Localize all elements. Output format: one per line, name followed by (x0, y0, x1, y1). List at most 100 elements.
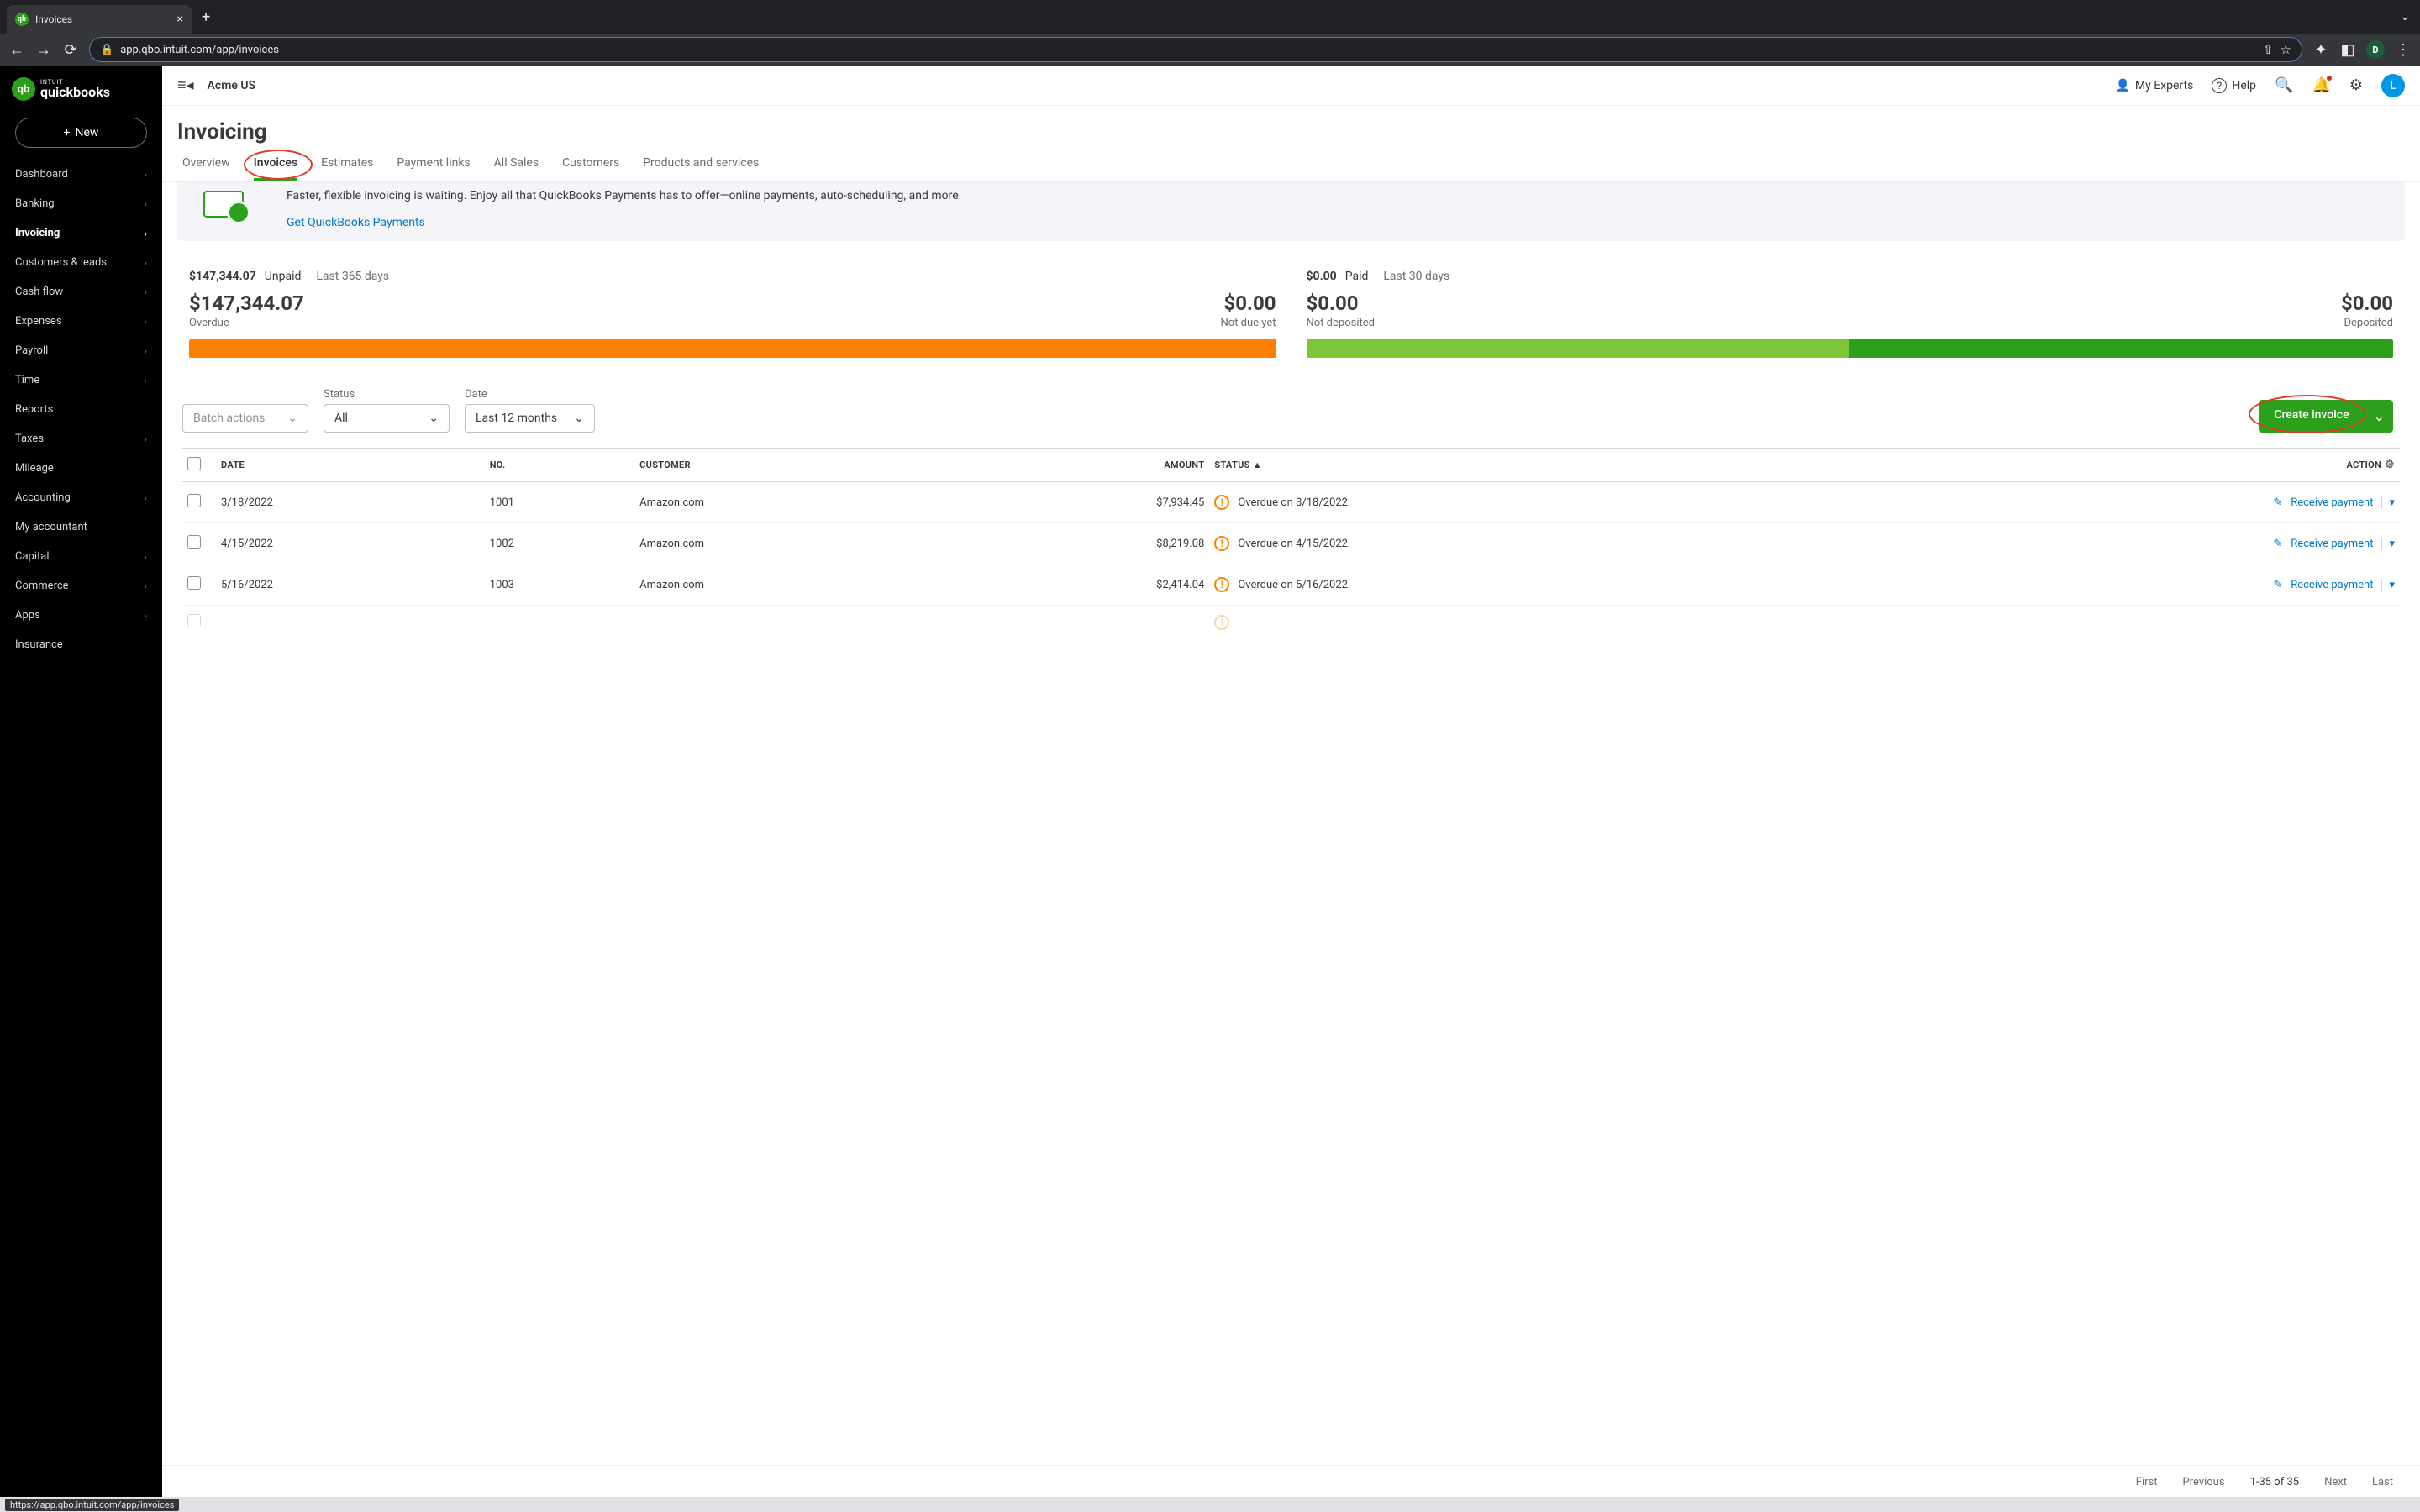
promo-banner: Faster, flexible invoicing is waiting. E… (177, 182, 2405, 241)
help-link[interactable]: ? Help (2212, 78, 2256, 93)
sidebar-item-label: Invoicing (15, 227, 60, 239)
deposited-label: Deposited (2341, 317, 2393, 329)
close-icon[interactable]: × (177, 13, 183, 26)
status-select[interactable]: All⌄ (324, 404, 450, 433)
profile-badge[interactable]: D (2366, 40, 2385, 59)
overdue-label: Overdue (189, 317, 304, 329)
my-experts-link[interactable]: 👤 My Experts (2115, 79, 2193, 92)
col-no[interactable]: NO. (485, 449, 634, 482)
edit-icon[interactable]: ✎ (2273, 538, 2282, 550)
chevron-right-icon: › (144, 375, 147, 386)
share-icon[interactable]: ⇧ (2263, 42, 2274, 57)
row-checkbox[interactable] (187, 494, 201, 507)
hamburger-icon[interactable]: ≡◂ (177, 76, 194, 94)
create-invoice-button[interactable]: Create invoice ⌄ (2259, 400, 2393, 433)
date-value: Last 12 months (476, 412, 557, 425)
table-row[interactable]: 5/16/2022 1003 Amazon.com $2,414.04 !Ove… (182, 564, 2400, 606)
search-icon[interactable]: 🔍 (2275, 76, 2293, 94)
sidebar-item-mileage[interactable]: Mileage (0, 454, 162, 483)
sidebar-item-dashboard[interactable]: Dashboard› (0, 160, 162, 189)
batch-actions-select[interactable]: Batch actions⌄ (182, 404, 308, 433)
brand-logo[interactable]: qb INTUIT quickbooks (0, 66, 162, 109)
tab-customers[interactable]: Customers (562, 156, 619, 181)
browser-status-bar: https://app.qbo.intuit.com/app/invoices (0, 1497, 2420, 1512)
pager-prev[interactable]: Previous (2183, 1476, 2225, 1488)
chevron-right-icon: › (144, 228, 147, 239)
create-dropdown[interactable]: ⌄ (2365, 400, 2393, 433)
col-date[interactable]: DATE (216, 449, 485, 482)
company-name[interactable]: Acme US (208, 79, 256, 92)
avatar[interactable]: L (2381, 74, 2405, 97)
sidebar-item-cash-flow[interactable]: Cash flow› (0, 277, 162, 307)
promo-link[interactable]: Get QuickBooks Payments (287, 216, 425, 229)
sidebar-item-accounting[interactable]: Accounting› (0, 483, 162, 512)
tab-overview[interactable]: Overview (182, 156, 230, 181)
sidebar-item-invoicing[interactable]: Invoicing › (0, 218, 162, 248)
sidebar-item-capital[interactable]: Capital› (0, 542, 162, 571)
tab-payment-links[interactable]: Payment links (397, 156, 470, 181)
col-amount[interactable]: AMOUNT (958, 449, 1209, 482)
new-button[interactable]: + New (15, 118, 147, 148)
table-settings-icon[interactable]: ⚙ (2385, 459, 2395, 471)
tab-invoices[interactable]: Invoices (254, 156, 297, 181)
action-dropdown[interactable]: ▾ (2381, 538, 2395, 550)
panel-icon[interactable]: ◧ (2339, 41, 2356, 59)
bell-icon[interactable]: 🔔 (2312, 76, 2330, 94)
chevron-right-icon: › (144, 169, 147, 181)
address-bar[interactable]: 🔒 app.qbo.intuit.com/app/invoices ⇧ ☆ (89, 37, 2302, 62)
sidebar-item-expenses[interactable]: Expenses› (0, 307, 162, 336)
sidebar-item-banking[interactable]: Banking› (0, 189, 162, 218)
receive-payment-link[interactable]: Receive payment (2291, 579, 2373, 591)
tab-estimates[interactable]: Estimates (321, 156, 373, 181)
sidebar-item-commerce[interactable]: Commerce› (0, 571, 162, 601)
chevron-right-icon: › (144, 257, 147, 269)
row-checkbox[interactable] (187, 614, 201, 627)
unpaid-bar (189, 339, 1276, 358)
kebab-icon[interactable]: ⋮ (2395, 41, 2412, 59)
back-button[interactable]: ← (8, 41, 25, 59)
sidebar-item-time[interactable]: Time› (0, 365, 162, 395)
edit-icon[interactable]: ✎ (2273, 579, 2282, 591)
receive-payment-link[interactable]: Receive payment (2291, 496, 2373, 509)
sidebar-item-my-accountant[interactable]: My accountant (0, 512, 162, 542)
col-action[interactable]: ACTION (2347, 459, 2382, 470)
chevron-right-icon: › (144, 286, 147, 298)
reload-button[interactable]: ⟳ (62, 41, 79, 59)
col-customer[interactable]: CUSTOMER (634, 449, 958, 482)
chevron-down-icon: ⌄ (429, 412, 439, 425)
new-tab-button[interactable]: + (202, 8, 210, 26)
receive-payment-link[interactable]: Receive payment (2291, 538, 2373, 550)
row-checkbox[interactable] (187, 535, 201, 549)
warning-icon: ! (1214, 536, 1229, 551)
row-checkbox[interactable] (187, 576, 201, 590)
sidebar-item-apps[interactable]: Apps› (0, 601, 162, 630)
extensions-icon[interactable]: ✦ (2312, 41, 2329, 59)
sidebar-item-taxes[interactable]: Taxes› (0, 424, 162, 454)
star-icon[interactable]: ☆ (2281, 42, 2291, 57)
col-status[interactable]: STATUS ▲ (1209, 449, 1830, 482)
tab-all-sales[interactable]: All Sales (494, 156, 539, 181)
cell-status: Overdue on 4/15/2022 (1238, 538, 1348, 550)
date-select[interactable]: Last 12 months⌄ (465, 404, 595, 433)
select-all-checkbox[interactable] (187, 457, 201, 470)
unpaid-total: $147,344.07 (189, 270, 256, 283)
browser-tab[interactable]: qb Invoices × (7, 5, 192, 34)
sidebar-item-reports[interactable]: Reports (0, 395, 162, 424)
action-dropdown[interactable]: ▾ (2381, 496, 2395, 509)
action-dropdown[interactable]: ▾ (2381, 579, 2395, 591)
pager-last[interactable]: Last (2372, 1476, 2393, 1488)
chevron-down-icon[interactable]: ⌄ (2400, 10, 2410, 24)
pager-next[interactable]: Next (2324, 1476, 2347, 1488)
sidebar-item-insurance[interactable]: Insurance (0, 630, 162, 659)
pager-first[interactable]: First (2136, 1476, 2158, 1488)
sidebar-item-payroll[interactable]: Payroll› (0, 336, 162, 365)
table-row[interactable]: 3/18/2022 1001 Amazon.com $7,934.45 !Ove… (182, 482, 2400, 523)
tab-products-and-services[interactable]: Products and services (643, 156, 759, 181)
table-row[interactable]: 4/15/2022 1002 Amazon.com $8,219.08 !Ove… (182, 523, 2400, 564)
forward-button[interactable]: → (35, 41, 52, 59)
summary-unpaid[interactable]: $147,344.07 Unpaid Last 365 days $147,34… (189, 270, 1276, 358)
edit-icon[interactable]: ✎ (2273, 496, 2282, 509)
summary-paid[interactable]: $0.00 Paid Last 30 days $0.00Not deposit… (1307, 270, 2394, 358)
gear-icon[interactable]: ⚙ (2349, 76, 2363, 94)
sidebar-item-customers-leads[interactable]: Customers & leads› (0, 248, 162, 277)
